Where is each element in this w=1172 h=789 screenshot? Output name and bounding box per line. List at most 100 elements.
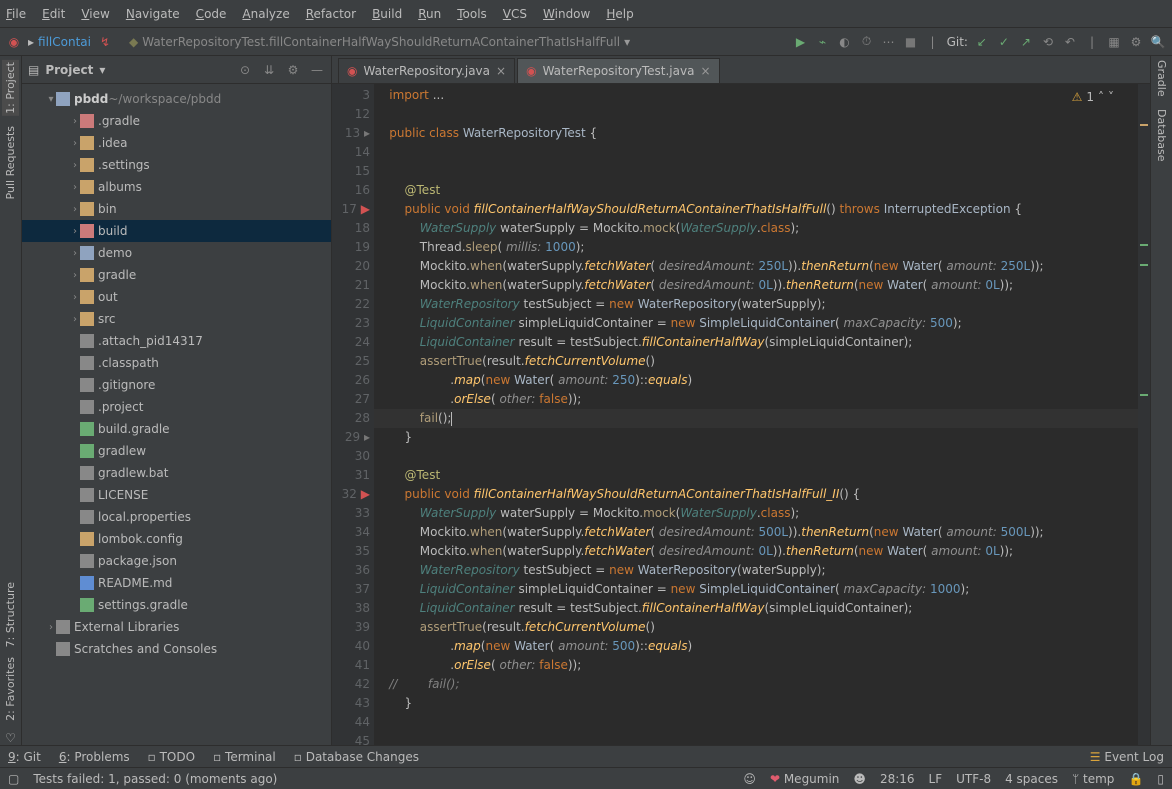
run-icon[interactable]: ▶	[793, 34, 809, 50]
project-dropdown-icon[interactable]: ▤	[28, 63, 39, 77]
menu-navigate[interactable]: Navigate	[126, 7, 180, 21]
debug-icon[interactable]: ⌁	[815, 34, 831, 50]
tree-item-.gitignore[interactable]: .gitignore	[22, 374, 331, 396]
next-highlight-icon[interactable]: ˅	[1108, 90, 1114, 104]
profile-icon[interactable]: ⏱	[859, 34, 875, 50]
menu-run[interactable]: Run	[418, 7, 441, 21]
face-icon[interactable]: ☻	[853, 772, 866, 786]
tree-item-demo[interactable]: ›demo	[22, 242, 331, 264]
menu-file[interactable]: File	[6, 7, 26, 21]
tree-item-settings.gradle[interactable]: settings.gradle	[22, 594, 331, 616]
file-encoding[interactable]: UTF-8	[956, 772, 991, 786]
git-rollback-icon[interactable]: ↶	[1062, 34, 1078, 50]
tree-item-.attach_pid14317[interactable]: .attach_pid14317	[22, 330, 331, 352]
line-gutter[interactable]: 31213 ▸14151617 ▶18192021222324252627282…	[332, 84, 374, 745]
close-icon[interactable]: ×	[700, 64, 710, 78]
git-history-icon[interactable]: ⟲	[1040, 34, 1056, 50]
tree-item-package.json[interactable]: package.json	[22, 550, 331, 572]
attach-icon[interactable]: ⋯	[881, 34, 897, 50]
tree-item-gradle[interactable]: ›gradle	[22, 264, 331, 286]
tool-git[interactable]: 9: Git	[8, 750, 41, 764]
project-structure-icon[interactable]: ▦	[1106, 34, 1122, 50]
streamer-widget[interactable]: ❤ Megumin	[770, 772, 839, 786]
settings-icon[interactable]: ⚙	[285, 62, 301, 78]
menu-view[interactable]: View	[81, 7, 109, 21]
coverage-icon[interactable]: ◐	[837, 34, 853, 50]
tree-item-.gradle[interactable]: ›.gradle	[22, 110, 331, 132]
menu-code[interactable]: Code	[196, 7, 227, 21]
tool-project[interactable]: 1: Project	[2, 60, 19, 116]
tree-item-.project[interactable]: .project	[22, 396, 331, 418]
tree-item-out[interactable]: ›out	[22, 286, 331, 308]
tree-item-albums[interactable]: ›albums	[22, 176, 331, 198]
close-icon[interactable]: ×	[496, 64, 506, 78]
run-config-selector[interactable]: ▸ fillContai	[28, 35, 91, 49]
git-branch[interactable]: ᛘ temp	[1072, 772, 1114, 786]
search-everywhere-icon[interactable]: 🔍	[1150, 34, 1166, 50]
menu-tools[interactable]: Tools	[457, 7, 487, 21]
tree-item-.settings[interactable]: ›.settings	[22, 154, 331, 176]
tool-pull-requests[interactable]: Pull Requests	[4, 126, 17, 199]
tree-item-gradlew[interactable]: gradlew	[22, 440, 331, 462]
tool-terminal[interactable]: ▫ Terminal	[213, 750, 276, 764]
tree-item-build[interactable]: ›build	[22, 220, 331, 242]
memory-indicator[interactable]: ▯	[1157, 772, 1164, 786]
tool-gradle[interactable]: Gradle	[1155, 60, 1168, 97]
tree-root[interactable]: ▾pbdd ~/workspace/pbdd	[22, 88, 331, 110]
menu-refactor[interactable]: Refactor	[306, 7, 356, 21]
inspection-widget[interactable]: ⚠ 1 ˄ ˅	[1072, 90, 1114, 104]
heart-icon: ♡	[5, 731, 16, 745]
tree-item-gradlew.bat[interactable]: gradlew.bat	[22, 462, 331, 484]
tool-todo[interactable]: ▫ TODO	[148, 750, 195, 764]
menu-analyze[interactable]: Analyze	[242, 7, 289, 21]
error-stripe[interactable]	[1138, 84, 1150, 745]
stop-icon[interactable]: ■	[903, 34, 919, 50]
menu-build[interactable]: Build	[372, 7, 402, 21]
tree-item-lombok.config[interactable]: lombok.config	[22, 528, 331, 550]
tree-item-README.md[interactable]: README.md	[22, 572, 331, 594]
collapse-icon[interactable]: ⇊	[261, 62, 277, 78]
project-tree[interactable]: ▾pbdd ~/workspace/pbdd›.gradle›.idea›.se…	[22, 84, 331, 745]
chevron-down-icon[interactable]: ▾	[99, 63, 105, 77]
indent-setting[interactable]: 4 spaces	[1005, 772, 1058, 786]
sidebar-title[interactable]: Project	[45, 63, 93, 77]
tool-problems[interactable]: 6: Problems	[59, 750, 130, 764]
line-separator[interactable]: LF	[929, 772, 943, 786]
status-bar: ▢ Tests failed: 1, passed: 0 (moments ag…	[0, 767, 1172, 789]
status-message: Tests failed: 1, passed: 0 (moments ago)	[33, 772, 277, 786]
prev-highlight-icon[interactable]: ˄	[1098, 90, 1104, 104]
menu-vcs[interactable]: VCS	[503, 7, 527, 21]
tab-WaterRepository.java[interactable]: ◉WaterRepository.java×	[338, 58, 515, 83]
tab-WaterRepositoryTest.java[interactable]: ◉WaterRepositoryTest.java×	[517, 58, 719, 83]
code-area[interactable]: import ... public class WaterRepositoryT…	[374, 84, 1150, 745]
tree-item-scratches-and-consoles[interactable]: Scratches and Consoles	[22, 638, 331, 660]
sync-icon[interactable]: ↯	[97, 34, 113, 50]
breadcrumb[interactable]: ◆ WaterRepositoryTest.fillContainerHalfW…	[129, 35, 630, 49]
tree-item-LICENSE[interactable]: LICENSE	[22, 484, 331, 506]
settings-icon[interactable]: ⚙	[1128, 34, 1144, 50]
friends-icon[interactable]: ☺	[743, 772, 756, 786]
menu-edit[interactable]: Edit	[42, 7, 65, 21]
tree-item-local.properties[interactable]: local.properties	[22, 506, 331, 528]
sidebar-header: ▤ Project ▾ ⊙ ⇊ ⚙ —	[22, 56, 331, 84]
tree-item-external-libraries[interactable]: ›External Libraries	[22, 616, 331, 638]
tree-item-src[interactable]: ›src	[22, 308, 331, 330]
tool-structure[interactable]: 7: Structure	[4, 582, 17, 647]
tool-database[interactable]: Database	[1155, 109, 1168, 162]
caret-position[interactable]: 28:16	[880, 772, 915, 786]
tree-item-build.gradle[interactable]: build.gradle	[22, 418, 331, 440]
git-update-icon[interactable]: ↙	[974, 34, 990, 50]
locate-icon[interactable]: ⊙	[237, 62, 253, 78]
tool-database-changes[interactable]: ▫ Database Changes	[294, 750, 419, 764]
lock-icon[interactable]: 🔒	[1128, 772, 1143, 786]
menu-help[interactable]: Help	[606, 7, 633, 21]
git-push-icon[interactable]: ↗	[1018, 34, 1034, 50]
menu-window[interactable]: Window	[543, 7, 590, 21]
tool-favorites[interactable]: 2: Favorites	[4, 657, 17, 721]
hide-icon[interactable]: —	[309, 62, 325, 78]
tree-item-.idea[interactable]: ›.idea	[22, 132, 331, 154]
tree-item-bin[interactable]: ›bin	[22, 198, 331, 220]
event-log[interactable]: ☰ Event Log	[1090, 750, 1164, 764]
git-commit-icon[interactable]: ✓	[996, 34, 1012, 50]
tree-item-.classpath[interactable]: .classpath	[22, 352, 331, 374]
